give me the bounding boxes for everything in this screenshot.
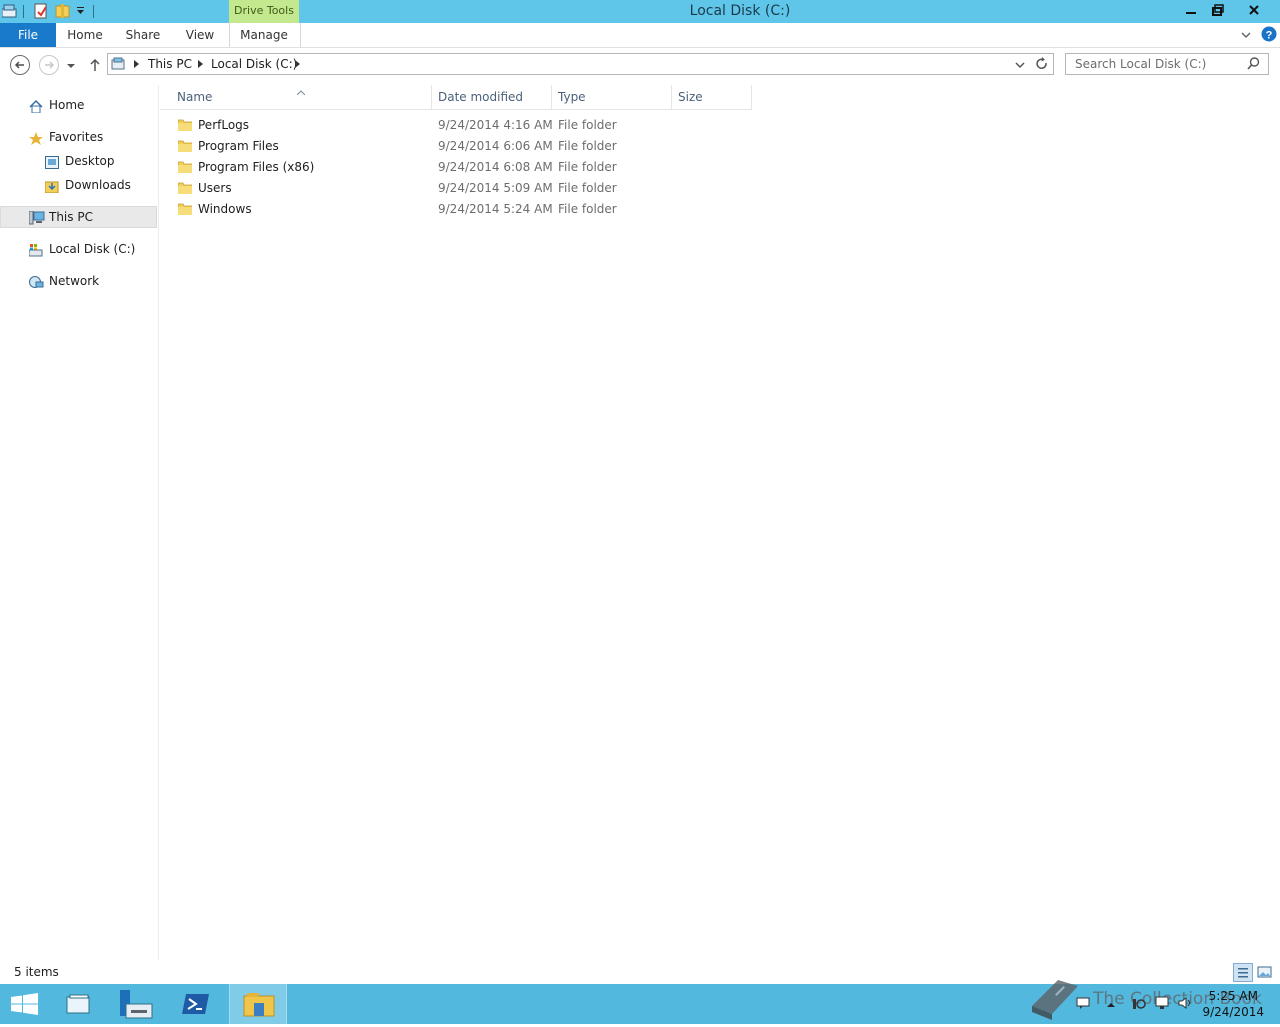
nav-label-local-disk: Local Disk (C:) (49, 242, 136, 256)
power-tray-icon[interactable] (1132, 996, 1146, 1010)
file-row[interactable]: Program Files 9/24/2014 6:06 AM File folde… (160, 136, 752, 157)
file-date-modified: 9/24/2014 6:08 AM (438, 160, 553, 174)
book-logo-icon (1028, 976, 1082, 1022)
nav-label-this-pc: This PC (49, 210, 93, 224)
tab-home[interactable]: Home (62, 23, 108, 47)
nav-item-favorites[interactable]: Favorites (0, 126, 156, 148)
nav-label-desktop: Desktop (65, 154, 115, 168)
nav-item-network[interactable]: Network (0, 270, 156, 292)
file-date-modified: 9/24/2014 4:16 AM (438, 118, 553, 132)
nav-label-network: Network (49, 274, 100, 288)
file-type: File folder (558, 160, 617, 174)
file-name: Program Files (x86) (198, 160, 315, 174)
network-icon (28, 274, 44, 288)
taskbar-server-manager-icon[interactable] (108, 984, 166, 1024)
file-type: File folder (558, 118, 617, 132)
taskbar-file-explorer-icon[interactable] (229, 984, 287, 1024)
large-icons-view-icon[interactable] (1257, 965, 1273, 980)
computer-icon (28, 210, 45, 225)
tab-file[interactable]: File (0, 23, 56, 47)
breadcrumb-local-disk[interactable]: Local Disk (C:) (211, 57, 297, 71)
file-date-modified: 9/24/2014 6:06 AM (438, 139, 553, 153)
folder-icon (177, 119, 193, 132)
file-name: Windows (198, 202, 252, 216)
network-tray-icon[interactable] (1155, 996, 1169, 1010)
breadcrumb-arrow-icon[interactable] (198, 60, 203, 68)
nav-item-downloads[interactable]: Downloads (0, 174, 156, 196)
downloads-icon (44, 178, 59, 194)
address-dropdown-icon[interactable] (1014, 59, 1026, 69)
column-header-type[interactable]: Type (551, 85, 672, 109)
column-header-name[interactable]: Name (170, 85, 432, 109)
recent-locations-icon[interactable] (66, 60, 76, 70)
nav-label-favorites: Favorites (49, 130, 104, 144)
folder-icon (177, 161, 193, 174)
file-name: Users (198, 181, 232, 195)
file-date-modified: 9/24/2014 5:24 AM (438, 202, 553, 216)
search-placeholder: Search Local Disk (C:) (1075, 57, 1207, 71)
nav-item-home[interactable]: Home (0, 94, 156, 116)
nav-label-home: Home (49, 98, 85, 112)
breadcrumb-this-pc[interactable]: This PC (148, 57, 192, 71)
clock-time[interactable]: 5:25 AM (1200, 989, 1258, 1003)
nav-label-downloads: Downloads (65, 178, 131, 192)
home-icon (29, 98, 43, 114)
drive-icon (28, 242, 43, 257)
status-bar (0, 962, 1280, 984)
forward-button[interactable] (39, 55, 59, 75)
clock-date[interactable]: 9/24/2014 (1196, 1005, 1264, 1019)
tab-manage[interactable]: Manage (229, 23, 299, 47)
breadcrumb-arrow-icon[interactable] (295, 60, 300, 68)
taskbar-file-manager-icon[interactable] (50, 984, 108, 1024)
minimize-button[interactable] (1178, 0, 1204, 22)
show-hidden-icons-icon[interactable] (1106, 998, 1116, 1007)
window-title: Local Disk (C:) (689, 3, 791, 19)
file-row[interactable]: Windows 9/24/2014 5:24 AM File folder (160, 199, 752, 220)
restore-button[interactable] (1205, 0, 1231, 22)
file-row[interactable]: PerfLogs 9/24/2014 4:16 AM File folder (160, 115, 752, 136)
breadcrumb-arrow-icon[interactable] (134, 60, 139, 68)
search-box[interactable]: Search Local Disk (C:) (1065, 53, 1269, 75)
action-center-icon[interactable] (1076, 996, 1090, 1010)
item-count: 5 items (14, 965, 59, 979)
back-button[interactable] (10, 55, 30, 75)
nav-item-desktop[interactable]: Desktop (0, 150, 156, 172)
nav-item-this-pc[interactable]: This PC (0, 206, 157, 228)
file-type: File folder (558, 202, 617, 216)
details-view-icon[interactable] (1233, 963, 1253, 982)
folder-icon (177, 203, 193, 216)
up-arrow-icon[interactable] (88, 57, 102, 73)
tab-view[interactable]: View (178, 23, 222, 47)
search-icon[interactable] (1247, 57, 1260, 70)
refresh-icon[interactable] (1035, 57, 1049, 71)
tab-share[interactable]: Share (120, 23, 166, 47)
file-name: Program Files (198, 139, 279, 153)
desktop-icon (45, 154, 59, 169)
svg-text:?: ? (1266, 30, 1273, 42)
close-button[interactable] (1241, 0, 1267, 22)
file-row[interactable]: Users 9/24/2014 5:09 AM File folder (160, 178, 752, 199)
taskbar-powershell-icon[interactable] (167, 984, 225, 1024)
file-row[interactable]: Program Files (x86) 9/24/2014 6:08 AM File… (160, 157, 752, 178)
file-type: File folder (558, 181, 617, 195)
expand-ribbon-icon[interactable] (1240, 29, 1252, 41)
drive-breadcrumb-icon (111, 57, 127, 71)
file-name: PerfLogs (198, 118, 250, 132)
help-icon[interactable]: ? (1261, 26, 1277, 42)
file-date-modified: 9/24/2014 5:09 AM (438, 181, 553, 195)
column-header-date[interactable]: Date modified (431, 85, 552, 109)
nav-item-local-disk[interactable]: Local Disk (C:) (0, 238, 156, 260)
star-icon (29, 130, 43, 145)
file-type: File folder (558, 139, 617, 153)
start-button[interactable] (0, 984, 50, 1024)
folder-icon (177, 182, 193, 195)
folder-icon (177, 140, 193, 153)
column-header-size[interactable]: Size (671, 85, 752, 109)
volume-tray-icon[interactable] (1178, 996, 1194, 1010)
